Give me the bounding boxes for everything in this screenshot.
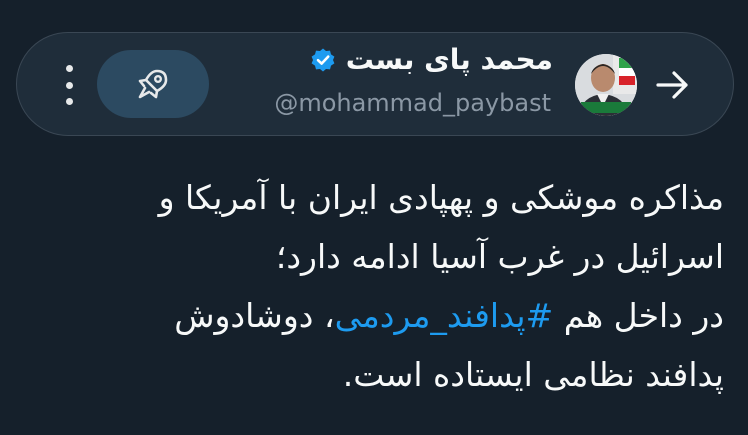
tweet-text-segment: در داخل هم (553, 296, 724, 335)
avatar-photo (575, 54, 637, 116)
back-button[interactable] (653, 65, 693, 105)
tweet-text-segment: ، دوشادوش (174, 296, 335, 335)
boost-button[interactable] (97, 50, 209, 118)
display-name[interactable]: محمد پای بست (346, 43, 553, 76)
arrow-right-icon (656, 71, 688, 99)
more-vertical-icon (65, 65, 73, 72)
hashtag-link[interactable]: #پدافند_مردمی (335, 296, 554, 335)
rocket-icon (138, 69, 168, 99)
user-handle[interactable]: @mohammad_paybast (274, 89, 551, 117)
tweet-line: اسرائیل در غرب آسیا ادامه دارد؛ (275, 237, 724, 276)
avatar[interactable] (575, 54, 637, 116)
more-options-button[interactable] (59, 65, 79, 105)
verified-badge-icon (310, 47, 336, 73)
tweet-line: پدافند نظامی ایستاده است. (342, 355, 724, 394)
tweet-line: در داخل هم #پدافند_مردمی، دوشادوش (44, 286, 724, 345)
tweet-line: مذاکره موشکی و پهپادی ایران با آمریکا و (158, 178, 724, 217)
name-row: محمد پای بست (310, 43, 553, 76)
tweet-text: مذاکره موشکی و پهپادی ایران با آمریکا و … (44, 168, 724, 404)
profile-header-bar: محمد پای بست @mohammad_paybast (16, 32, 734, 136)
